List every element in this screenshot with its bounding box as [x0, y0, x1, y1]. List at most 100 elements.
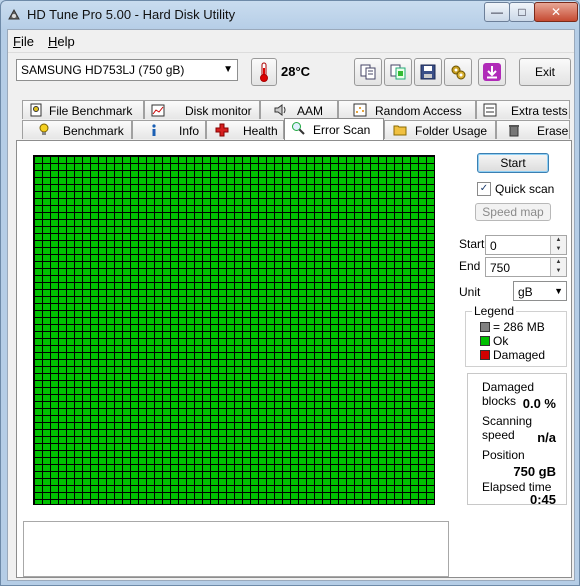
file-benchmark-icon [30, 103, 42, 117]
tab-erase[interactable]: Erase [496, 120, 570, 139]
drive-select[interactable]: SAMSUNG HD753LJ (750 gB) ▼ [16, 59, 238, 81]
damaged-blocks-value: 0.0 % [522, 396, 556, 411]
quick-scan-checkbox[interactable]: ✓ [477, 182, 491, 196]
info-icon [152, 124, 156, 136]
save-icon [420, 64, 436, 80]
copy-screenshot-button[interactable] [384, 58, 412, 86]
quick-scan-option[interactable]: ✓ Quick scan [477, 181, 554, 197]
start-field-label: Start [459, 237, 485, 251]
block-swatch [480, 322, 490, 332]
tab-file-benchmark[interactable]: File Benchmark [22, 100, 144, 119]
speaker-icon [274, 104, 286, 116]
minimize-icon: — [491, 5, 503, 19]
legend-ok-label: Ok [493, 334, 509, 348]
tab-label: Health [243, 124, 278, 138]
unit-field-label: Unit [459, 285, 481, 299]
menu-file[interactable]: File [13, 34, 34, 49]
end-position-value: 750 [490, 261, 511, 275]
exit-button[interactable]: Exit [519, 58, 571, 86]
tab-label: Erase [537, 124, 569, 138]
tab-row-bottom: Benchmark Info Health Error Scan Folder … [16, 118, 572, 140]
legend-damaged-label: Damaged [493, 348, 546, 362]
error-scan-panel: Start ✓ Quick scan Speed map Start 0 ▲ ▼… [16, 140, 572, 578]
window-title: HD Tune Pro 5.00 - Hard Disk Utility [27, 7, 236, 22]
scan-block-grid [33, 155, 435, 505]
spin-down-icon[interactable]: ▼ [550, 245, 566, 254]
damaged-swatch [480, 350, 490, 360]
speed-map-button-label: Speed map [482, 205, 544, 219]
tab-row-top: File Benchmark Disk monitor AAM Random A… [16, 100, 572, 120]
start-position-field[interactable]: 0 ▲ ▼ [485, 235, 567, 255]
title-bar[interactable]: HD Tune Pro 5.00 - Hard Disk Utility — □… [1, 1, 579, 29]
unit-select[interactable]: gB ▼ [513, 281, 567, 301]
end-position-field[interactable]: 750 ▲ ▼ [485, 257, 567, 277]
options-icon [451, 65, 466, 80]
elapsed-time-value: 0:45 [529, 492, 556, 507]
legend-item-ok: Ok [480, 334, 508, 348]
tab-label: Disk monitor [185, 104, 252, 118]
maximize-icon: □ [518, 5, 526, 19]
app-window: HD Tune Pro 5.00 - Hard Disk Utility — □… [0, 0, 580, 586]
ok-swatch [480, 336, 490, 346]
download-button[interactable] [478, 58, 506, 86]
scanning-speed-value: n/a [537, 430, 556, 445]
tab-aam[interactable]: AAM [260, 100, 338, 119]
folder-icon [393, 125, 407, 136]
tab-label: Info [179, 124, 200, 138]
tab-random-access[interactable]: Random Access [338, 100, 476, 119]
temperature-button[interactable] [251, 58, 277, 86]
maximize-button[interactable]: □ [509, 2, 535, 22]
close-button[interactable]: ✕ [534, 2, 578, 22]
legend-item-block-size: = 286 MB [480, 320, 545, 334]
legend-title: Legend [472, 304, 517, 318]
legend-item-damaged: Damaged [480, 348, 545, 362]
drive-select-value: SAMSUNG HD753LJ (750 gB) [21, 63, 185, 77]
tab-health[interactable]: Health [206, 120, 284, 139]
start-scan-button-label: Start [500, 156, 526, 170]
legend-block-size: = 286 MB [493, 320, 545, 334]
tab-label: Benchmark [63, 124, 124, 138]
tab-disk-monitor[interactable]: Disk monitor [144, 100, 260, 119]
tab-label: AAM [297, 104, 324, 118]
unit-select-value: gB [518, 285, 533, 299]
client-area: File Help SAMSUNG HD753LJ (750 gB) ▼ 28°… [7, 29, 575, 581]
copy-text-button[interactable] [354, 58, 382, 86]
tab-error-scan[interactable]: Error Scan [284, 118, 384, 140]
minimize-button[interactable]: — [484, 2, 510, 22]
tab-label: Random Access [375, 104, 462, 118]
magnifier-icon [292, 122, 305, 135]
scan-statistics: Damaged blocks 0.0 % Scanning speed n/a … [467, 373, 567, 507]
save-button[interactable] [414, 58, 442, 86]
health-cross-icon [215, 123, 229, 137]
tab-label: File Benchmark [49, 104, 133, 118]
app-icon [8, 8, 20, 20]
spin-down-icon[interactable]: ▼ [550, 267, 566, 276]
menu-bar: File Help [8, 30, 574, 52]
tab-benchmark[interactable]: Benchmark [22, 120, 132, 139]
chevron-down-icon: ▼ [223, 64, 233, 75]
close-icon: ✕ [550, 5, 562, 19]
position-label: Position [482, 448, 525, 462]
chevron-down-icon: ▼ [554, 286, 563, 296]
scan-log-box [23, 521, 449, 577]
legend-group: Legend = 286 MB Ok Damaged [465, 304, 567, 367]
disk-monitor-icon [151, 104, 165, 117]
position-value: 750 gB [513, 464, 556, 479]
extra-tests-icon [483, 103, 497, 117]
tab-label: Folder Usage [415, 124, 488, 138]
tab-label: Extra tests [511, 104, 568, 118]
trash-icon [509, 125, 519, 137]
download-icon [483, 63, 501, 81]
speed-map-button[interactable]: Speed map [475, 203, 551, 221]
temperature-value: 28°C [281, 64, 311, 79]
quick-scan-label: Quick scan [495, 182, 555, 196]
options-button[interactable] [444, 58, 472, 86]
tab-info[interactable]: Info [132, 120, 206, 139]
start-scan-button[interactable]: Start [477, 153, 549, 173]
tab-extra-tests[interactable]: Extra tests [476, 100, 570, 119]
menu-help[interactable]: Help [48, 34, 75, 49]
thermometer-icon [260, 62, 268, 82]
lightbulb-icon [39, 123, 49, 135]
copy-text-icon [360, 64, 376, 80]
tab-folder-usage[interactable]: Folder Usage [384, 120, 496, 139]
